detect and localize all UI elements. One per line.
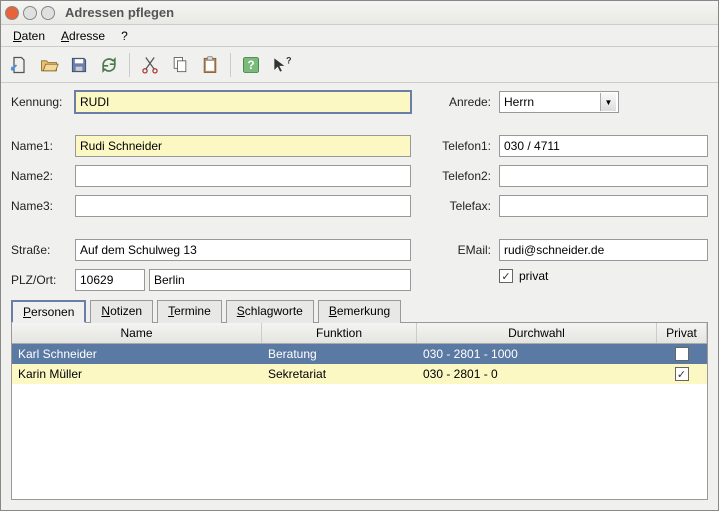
- email-label: EMail:: [431, 243, 491, 257]
- new-icon[interactable]: [5, 51, 33, 79]
- cell-durchwahl: 030 - 2801 - 0: [417, 365, 657, 383]
- privat-label: privat: [519, 269, 548, 283]
- tel1-label: Telefon1:: [431, 139, 491, 153]
- kennung-input[interactable]: [75, 91, 411, 113]
- toolbar: ? ?: [1, 47, 718, 83]
- kennung-label: Kennung:: [11, 95, 71, 109]
- tab-bemerkung[interactable]: Bemerkung: [318, 300, 401, 323]
- strasse-input[interactable]: [75, 239, 411, 261]
- menu-help[interactable]: ?: [113, 27, 136, 45]
- tel1-input[interactable]: [499, 135, 708, 157]
- svg-text:?: ?: [247, 59, 254, 72]
- window-title: Adressen pflegen: [65, 5, 174, 20]
- table-row[interactable]: Karin MüllerSekretariat030 - 2801 - 0 ✓: [12, 364, 707, 384]
- anrede-label: Anrede:: [431, 95, 491, 109]
- form-area: Kennung: Name1: Name2: Name3: Straße:: [1, 83, 718, 295]
- close-icon[interactable]: [5, 6, 19, 20]
- ort-input[interactable]: [149, 269, 411, 291]
- menubar: Daten Adresse ?: [1, 25, 718, 47]
- name1-label: Name1:: [11, 139, 71, 153]
- maximize-icon[interactable]: [41, 6, 55, 20]
- paste-icon[interactable]: [196, 51, 224, 79]
- copy-icon[interactable]: [166, 51, 194, 79]
- tab-notizen[interactable]: Notizen: [90, 300, 153, 323]
- col-privat[interactable]: Privat: [657, 323, 707, 343]
- svg-text:?: ?: [286, 55, 291, 65]
- menu-daten[interactable]: Daten: [5, 27, 53, 45]
- tab-termine[interactable]: Termine: [157, 300, 222, 323]
- tel2-label: Telefon2:: [431, 169, 491, 183]
- tab-schlagworte[interactable]: Schlagworte: [226, 300, 314, 323]
- chevron-down-icon: ▼: [600, 93, 616, 111]
- help-box-icon[interactable]: ?: [237, 51, 265, 79]
- tabbar: Personen Notizen Termine Schlagworte Bem…: [1, 295, 718, 322]
- save-icon[interactable]: [65, 51, 93, 79]
- email-input[interactable]: [499, 239, 708, 261]
- col-durchwahl[interactable]: Durchwahl: [417, 323, 657, 343]
- plz-input[interactable]: [75, 269, 145, 291]
- strasse-label: Straße:: [11, 243, 71, 257]
- open-icon[interactable]: [35, 51, 63, 79]
- cell-durchwahl: 030 - 2801 - 1000: [417, 345, 657, 363]
- menu-adresse[interactable]: Adresse: [53, 27, 113, 45]
- name3-input[interactable]: [75, 195, 411, 217]
- minimize-icon[interactable]: [23, 6, 37, 20]
- titlebar: Adressen pflegen: [1, 1, 718, 25]
- plz-label: PLZ/Ort:: [11, 273, 71, 287]
- table-row[interactable]: Karl SchneiderBeratung030 - 2801 - 1000: [12, 344, 707, 364]
- cell-funktion: Sekretariat: [262, 365, 417, 383]
- whatsthis-icon[interactable]: ?: [267, 51, 295, 79]
- name1-input[interactable]: [75, 135, 411, 157]
- row-privat-checkbox[interactable]: ✓: [675, 367, 689, 381]
- privat-checkbox[interactable]: ✓: [499, 269, 513, 283]
- cell-name: Karl Schneider: [12, 345, 262, 363]
- tel2-input[interactable]: [499, 165, 708, 187]
- tab-personen[interactable]: Personen: [11, 300, 86, 323]
- name2-input[interactable]: [75, 165, 411, 187]
- col-name[interactable]: Name: [12, 323, 262, 343]
- name3-label: Name3:: [11, 199, 71, 213]
- anrede-select[interactable]: Herrn ▼: [499, 91, 619, 113]
- fax-input[interactable]: [499, 195, 708, 217]
- col-funktion[interactable]: Funktion: [262, 323, 417, 343]
- cut-icon[interactable]: [136, 51, 164, 79]
- refresh-icon[interactable]: [95, 51, 123, 79]
- name2-label: Name2:: [11, 169, 71, 183]
- person-grid: Name Funktion Durchwahl Privat Karl Schn…: [11, 322, 708, 500]
- row-privat-checkbox[interactable]: [675, 347, 689, 361]
- cell-name: Karin Müller: [12, 365, 262, 383]
- fax-label: Telefax:: [431, 199, 491, 213]
- cell-funktion: Beratung: [262, 345, 417, 363]
